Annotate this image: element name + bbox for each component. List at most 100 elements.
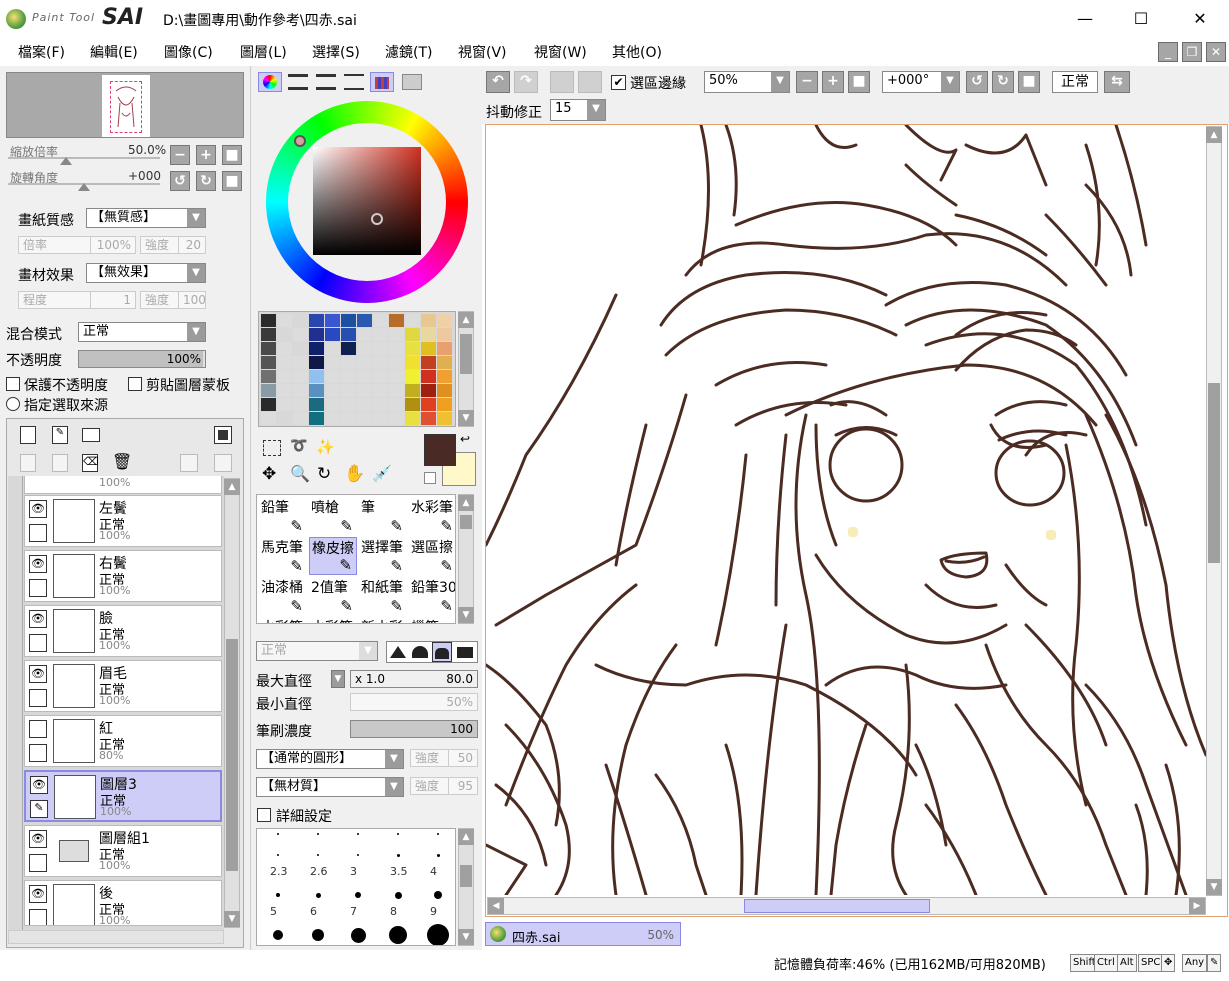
zoom-in-button[interactable]: +	[196, 145, 216, 165]
tool-select-eraser[interactable]: 選區擦 ✎	[409, 537, 455, 575]
max-size-slider[interactable]: x 1.0 80.0	[350, 670, 478, 688]
brush-size-dot[interactable]	[394, 891, 402, 899]
minimize-button[interactable]: —	[1074, 8, 1096, 30]
detail-settings-checkbox[interactable]	[257, 808, 271, 822]
tool-pencil[interactable]: 鉛筆 ✎	[259, 497, 307, 535]
merge-visible-icon[interactable]	[180, 454, 198, 472]
color-swatch[interactable]	[437, 328, 452, 341]
color-swatch[interactable]	[309, 384, 324, 397]
scroll-up-icon[interactable]: ▲	[1206, 127, 1222, 143]
layer-lock-checkbox[interactable]	[29, 689, 47, 707]
menu-select[interactable]: 選擇(S)	[312, 42, 360, 62]
color-swatch[interactable]	[261, 328, 276, 341]
color-swatch[interactable]	[309, 314, 324, 327]
color-swatch[interactable]	[357, 314, 372, 327]
canvas-zoom-out-button[interactable]: −	[796, 71, 818, 93]
selection-edge-checkbox[interactable]: ✔	[611, 75, 626, 90]
mdi-restore-button[interactable]: ❐	[1182, 42, 1202, 62]
color-swatch[interactable]	[341, 412, 356, 425]
color-swatch[interactable]	[325, 412, 340, 425]
selection-edge-label[interactable]: 選區邊緣	[630, 73, 686, 93]
scroll-down-icon[interactable]: ▼	[458, 607, 474, 623]
menu-other[interactable]: 其他(O)	[612, 42, 662, 62]
layer-lock-checkbox[interactable]	[29, 854, 47, 872]
color-swatch[interactable]	[437, 342, 452, 355]
canvas-blend-box[interactable]: 正常	[1052, 71, 1098, 93]
swap-colors-icon[interactable]: ↩	[460, 432, 470, 446]
color-swatch[interactable]	[341, 370, 356, 383]
tool-scrollbar[interactable]: ▲ ▼	[458, 494, 474, 624]
brush-mode-select[interactable]: 正常 ▼	[256, 641, 378, 661]
scroll-down-icon[interactable]: ▼	[458, 929, 474, 945]
rect-select-icon[interactable]	[263, 440, 281, 456]
color-swatch[interactable]	[309, 370, 324, 383]
layer-lock-checkbox[interactable]	[29, 579, 47, 597]
color-swatch[interactable]	[405, 314, 420, 327]
color-swatch[interactable]	[293, 412, 308, 425]
protect-opacity-checkbox[interactable]	[6, 377, 20, 391]
color-swatch[interactable]	[357, 328, 372, 341]
layer-item[interactable]: 👁 眉毛 正常 100%	[24, 660, 222, 712]
undo-button[interactable]: ↶	[486, 71, 510, 93]
tool-pen[interactable]: 筆 ✎	[359, 497, 407, 535]
color-swatch[interactable]	[373, 412, 388, 425]
mixer-tab-icon[interactable]	[344, 74, 364, 90]
eyedropper-icon[interactable]: 💉	[372, 464, 392, 483]
clip-mask-label[interactable]: 剪貼圖層蒙板	[146, 375, 230, 395]
color-swatch[interactable]	[309, 328, 324, 341]
min-size-slider[interactable]: 50%	[350, 693, 478, 711]
hand-icon[interactable]: ✋	[344, 464, 365, 484]
color-swatch[interactable]	[277, 342, 292, 355]
menu-image[interactable]: 圖像(C)	[164, 42, 213, 62]
mdi-minimize-button[interactable]: _	[1158, 42, 1178, 62]
swatch-tab-icon[interactable]	[370, 72, 394, 92]
maximize-button[interactable]: ☐	[1130, 8, 1152, 30]
color-swatch[interactable]	[277, 384, 292, 397]
color-swatch[interactable]	[261, 384, 276, 397]
color-swatch[interactable]	[373, 398, 388, 411]
brush-size-dot-small[interactable]	[437, 833, 439, 835]
paper-strength-value[interactable]: 20	[178, 236, 206, 254]
rotate-right-button[interactable]: ↻	[196, 171, 216, 191]
clear-layer-icon[interactable]: ⌫	[82, 454, 99, 472]
swatch-scroll-thumb[interactable]	[460, 334, 472, 374]
layer-item[interactable]: 👁 右鬢 正常 100%	[24, 550, 222, 602]
rotate-slider-handle[interactable]	[78, 183, 90, 191]
scroll-down-icon[interactable]: ▼	[1206, 879, 1222, 895]
canvas-zoom-reset-button[interactable]: ■	[848, 71, 870, 93]
rotate-left-button[interactable]: ↺	[170, 171, 190, 191]
color-swatch[interactable]	[341, 384, 356, 397]
color-swatch[interactable]	[261, 356, 276, 369]
hsv-slider-tab-icon[interactable]	[316, 74, 336, 90]
color-swatch[interactable]	[309, 398, 324, 411]
brush-size-dot[interactable]	[434, 891, 442, 899]
tool-pencil30[interactable]: 鉛筆30 ✎	[409, 577, 455, 615]
color-swatch[interactable]	[389, 328, 404, 341]
color-swatch[interactable]	[357, 370, 372, 383]
deselect-button[interactable]	[550, 71, 574, 93]
eye-icon[interactable]: 👁	[29, 500, 47, 518]
blend-mode-select[interactable]: 正常 ▼	[78, 322, 206, 342]
menu-edit[interactable]: 編輯(E)	[90, 42, 138, 62]
color-swatch[interactable]	[357, 356, 372, 369]
brush-size-dot[interactable]	[357, 854, 359, 856]
close-button[interactable]: ✕	[1189, 8, 1211, 30]
brush-shape-select[interactable]: 【通常的圓形】 ▼	[256, 749, 404, 769]
canvas-rotate-left-button[interactable]: ↺	[966, 71, 988, 93]
color-swatch[interactable]	[405, 328, 420, 341]
swatch-scrollbar[interactable]: ▲ ▼	[458, 311, 474, 427]
flatten-icon[interactable]	[214, 454, 232, 472]
rotate-reset-button[interactable]: ■	[222, 171, 242, 191]
scroll-down-icon[interactable]: ▼	[458, 410, 474, 426]
tool-eraser[interactable]: 橡皮擦 ✎	[309, 537, 357, 575]
brush-size-dot[interactable]	[273, 930, 283, 940]
color-swatch[interactable]	[293, 342, 308, 355]
menu-view[interactable]: 視窗(V)	[458, 42, 507, 62]
color-wheel[interactable]	[266, 101, 468, 303]
color-swatch[interactable]	[341, 342, 356, 355]
paper-strength2-value[interactable]: 100	[178, 291, 206, 309]
magic-wand-icon[interactable]: ✨	[316, 438, 335, 456]
eye-hidden-icon[interactable]	[29, 720, 47, 738]
canvas-rotate-reset-button[interactable]: ■	[1018, 71, 1040, 93]
color-swatch[interactable]	[373, 356, 388, 369]
